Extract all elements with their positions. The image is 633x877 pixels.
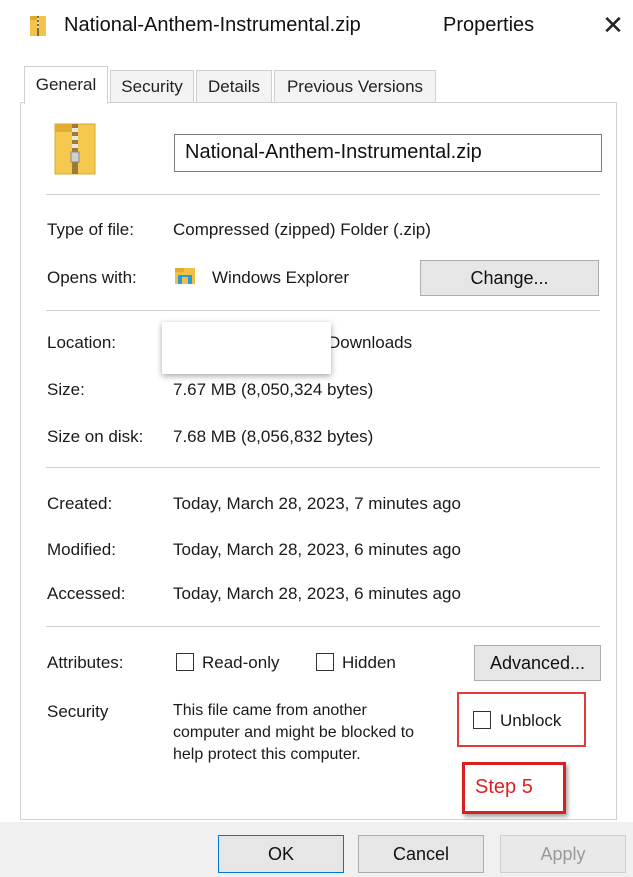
- security-label: Security: [47, 702, 109, 721]
- change-button[interactable]: Change...: [420, 260, 599, 296]
- security-text-line-3: help protect this computer.: [173, 746, 361, 763]
- divider: [46, 194, 600, 195]
- window-title: National-Anthem-Instrumental.zip: [64, 14, 361, 36]
- size-value: 7.67 MB (8,050,324 bytes): [173, 380, 374, 399]
- step-annotation: Step 5: [462, 762, 566, 814]
- location-label: Location:: [47, 333, 116, 352]
- zip-folder-icon: [54, 123, 96, 175]
- ok-button[interactable]: OK: [218, 835, 344, 873]
- security-text-line-2: computer and might be blocked to: [173, 724, 415, 741]
- close-button[interactable]: ✕: [598, 8, 628, 42]
- hidden-checkbox[interactable]: [316, 653, 334, 671]
- tab-general[interactable]: General: [24, 66, 108, 104]
- opens-with-label: Opens with:: [47, 268, 137, 287]
- unblock-checkbox[interactable]: [473, 711, 491, 729]
- advanced-button[interactable]: Advanced...: [474, 645, 601, 681]
- size-on-disk-label: Size on disk:: [47, 427, 144, 446]
- attributes-label: Attributes:: [47, 653, 124, 672]
- windows-explorer-icon: [175, 268, 195, 284]
- location-value: Downloads: [328, 333, 413, 352]
- size-label: Size:: [47, 380, 85, 399]
- size-on-disk-value: 7.68 MB (8,056,832 bytes): [173, 427, 374, 446]
- type-of-file-value: Compressed (zipped) Folder (.zip): [173, 220, 431, 239]
- tab-details[interactable]: Details: [196, 70, 272, 102]
- created-value: Today, March 28, 2023, 7 minutes ago: [173, 494, 461, 513]
- read-only-checkbox[interactable]: [176, 653, 194, 671]
- divider: [46, 467, 600, 468]
- tab-previous-versions[interactable]: Previous Versions: [274, 70, 436, 102]
- redaction-box: [162, 322, 331, 374]
- hidden-label: Hidden: [342, 653, 396, 672]
- created-label: Created:: [47, 494, 113, 513]
- cancel-button[interactable]: Cancel: [358, 835, 484, 873]
- read-only-label: Read-only: [202, 653, 280, 672]
- accessed-value: Today, March 28, 2023, 6 minutes ago: [173, 584, 461, 603]
- modified-value: Today, March 28, 2023, 6 minutes ago: [173, 540, 461, 559]
- tab-security[interactable]: Security: [110, 70, 194, 102]
- divider: [46, 626, 600, 627]
- accessed-label: Accessed:: [47, 584, 126, 603]
- opens-with-value: Windows Explorer: [212, 268, 349, 287]
- modified-label: Modified:: [47, 540, 116, 559]
- type-of-file-label: Type of file:: [47, 220, 134, 239]
- file-name-field[interactable]: National-Anthem-Instrumental.zip: [174, 134, 602, 172]
- unblock-label: Unblock: [500, 711, 562, 730]
- divider: [46, 310, 600, 311]
- window-title-suffix: Properties: [443, 14, 535, 36]
- apply-button[interactable]: Apply: [500, 835, 626, 873]
- security-text-line-1: This file came from another: [173, 702, 367, 719]
- zip-folder-icon: [30, 16, 46, 36]
